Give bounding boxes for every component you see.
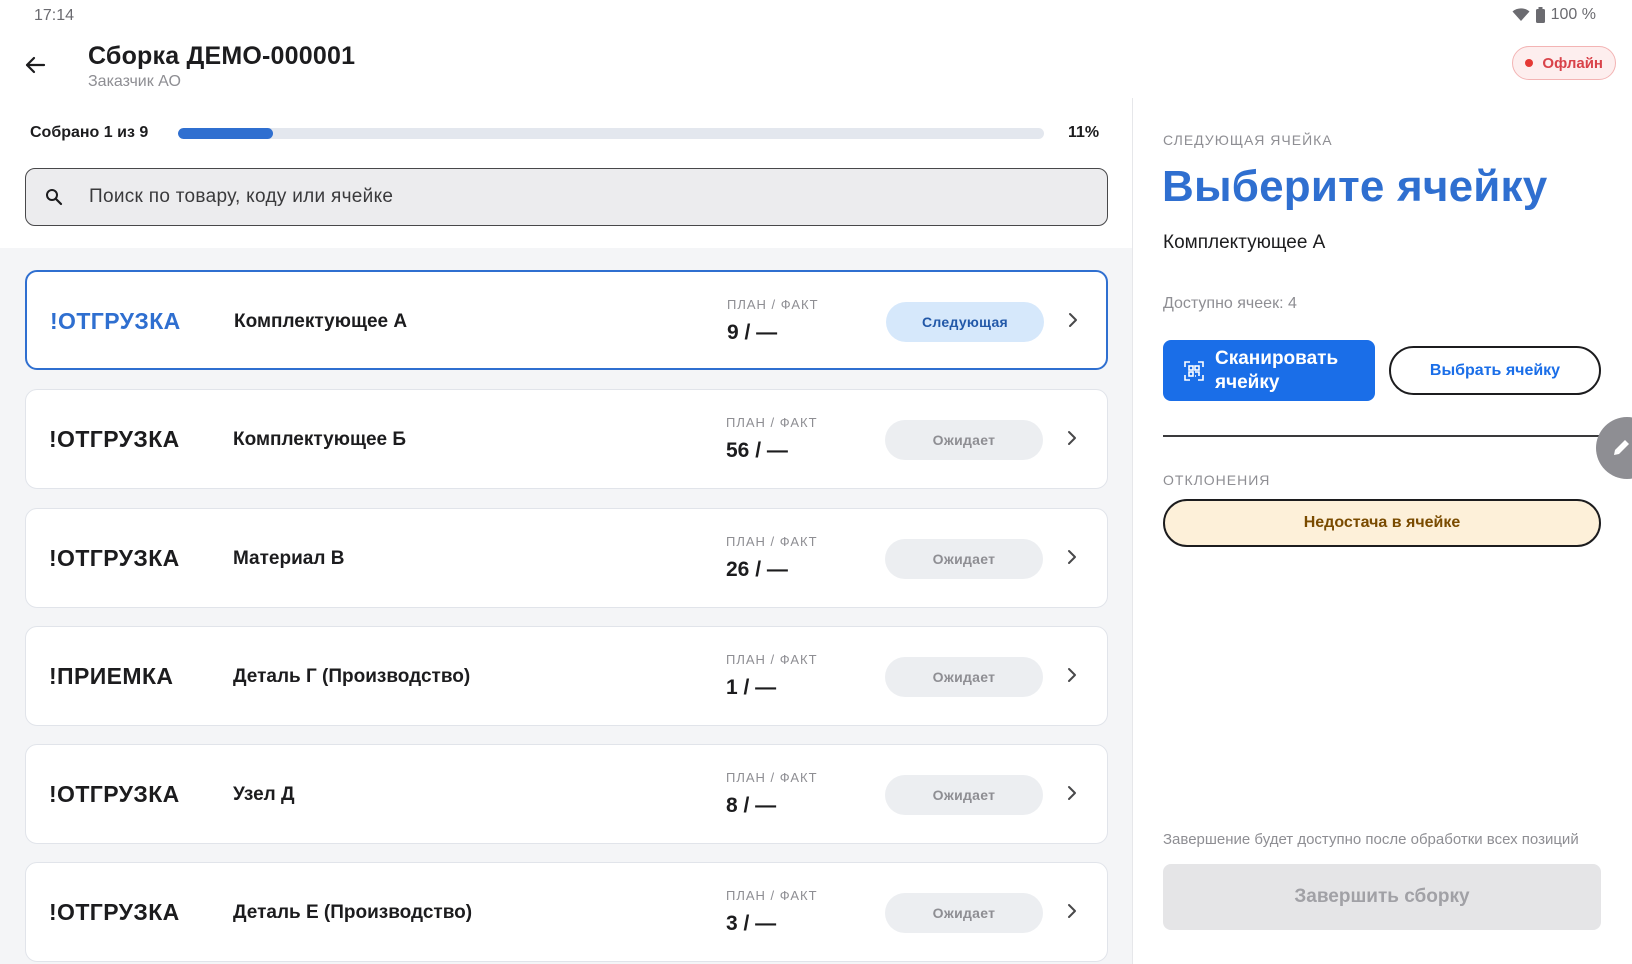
progress-and-search: Собрано 1 из 9 11% (0, 98, 1132, 248)
arrow-left-icon (25, 56, 46, 74)
plan-fact-value: 3 / — (726, 912, 777, 935)
offline-label: Офлайн (1542, 54, 1603, 72)
status-bar: 17:14 100 % (0, 0, 1632, 32)
operation-type: !ОТГРУЗКА (49, 426, 180, 452)
scan-cell-button[interactable]: Сканировать ячейку (1163, 340, 1375, 401)
search-input[interactable] (89, 186, 1107, 208)
page-title: Сборка ДЕМО-000001 (88, 42, 356, 70)
status-badge: Ожидает (885, 775, 1043, 815)
chevron-right-icon (1062, 428, 1082, 448)
search-icon (44, 187, 64, 207)
plan-fact-label: ПЛАН / ФАКТ (726, 652, 818, 667)
status-badge: Ожидает (885, 893, 1043, 933)
plan-fact-label: ПЛАН / ФАКТ (727, 297, 819, 312)
plan-fact-value: 9 / — (727, 321, 778, 344)
item-name: Комплектующее А (234, 311, 408, 332)
section-divider (1163, 435, 1632, 437)
item-name: Комплектующее Б (233, 429, 407, 450)
plan-fact-label: ПЛАН / ФАКТ (726, 415, 818, 430)
choose-cell-button[interactable]: Выбрать ячейку (1389, 346, 1601, 395)
offline-dot-icon (1525, 59, 1534, 67)
plan-fact-value: 26 / — (726, 558, 788, 581)
wifi-icon (1512, 8, 1530, 22)
operation-type: !ОТГРУЗКА (50, 308, 181, 334)
battery-icon (1535, 7, 1545, 23)
status-badge: Ожидает (885, 420, 1043, 460)
finish-assembly-button[interactable]: Завершить сборку (1163, 864, 1601, 930)
plan-fact-value: 56 / — (726, 439, 788, 462)
item-name: Материал В (233, 548, 345, 569)
items-list: !ОТГРУЗКА Комплектующее А ПЛАН / ФАКТ 9 … (0, 248, 1132, 964)
progress-bar (178, 128, 1044, 139)
offline-badge: Офлайн (1512, 46, 1616, 80)
item-name: Узел Д (233, 784, 295, 805)
cell-panel: СЛЕДУЮЩАЯ ЯЧЕЙКА Выберите ячейку Комплек… (1133, 98, 1632, 964)
progress-label: Собрано 1 из 9 (30, 124, 149, 141)
list-item[interactable]: !ПРИЕМКА Деталь Г (Производство) ПЛАН / … (25, 626, 1108, 726)
item-name: Деталь Г (Производство) (233, 666, 471, 687)
shortage-button[interactable]: Недостача в ячейке (1163, 499, 1601, 547)
progress-percent: 11% (1068, 124, 1100, 141)
status-indicators: 100 % (1512, 6, 1596, 24)
status-badge: Следующая (886, 302, 1044, 342)
plan-fact-label: ПЛАН / ФАКТ (726, 888, 818, 903)
chevron-right-icon (1063, 310, 1083, 330)
list-item[interactable]: !ОТГРУЗКА Деталь Е (Производство) ПЛАН /… (25, 862, 1108, 962)
plan-fact-value: 1 / — (726, 676, 777, 699)
list-item[interactable]: !ОТГРУЗКА Узел Д ПЛАН / ФАКТ 8 / — Ожида… (25, 744, 1108, 844)
chevron-right-icon (1062, 901, 1082, 921)
current-product: Комплектующее А (1163, 232, 1326, 253)
battery-level: 100 % (1550, 6, 1596, 23)
chevron-right-icon (1062, 783, 1082, 803)
status-time: 17:14 (34, 7, 75, 24)
app-header: Сборка ДЕМО-000001 Заказчик АО Офлайн (0, 36, 1632, 98)
list-item[interactable]: !ОТГРУЗКА Комплектующее Б ПЛАН / ФАКТ 56… (25, 389, 1108, 489)
next-cell-label: СЛЕДУЮЩАЯ ЯЧЕЙКА (1163, 132, 1333, 148)
plan-fact-label: ПЛАН / ФАКТ (726, 534, 818, 549)
deviations-label: ОТКЛОНЕНИЯ (1163, 472, 1271, 488)
scan-cell-label: Сканировать ячейку (1215, 347, 1339, 393)
list-item[interactable]: !ОТГРУЗКА Комплектующее А ПЛАН / ФАКТ 9 … (25, 270, 1108, 370)
cell-prompt-title: Выберите ячейку (1162, 162, 1548, 211)
chevron-right-icon (1062, 665, 1082, 685)
operation-type: !ОТГРУЗКА (49, 899, 180, 925)
search-box[interactable] (25, 168, 1108, 226)
list-item[interactable]: !ОТГРУЗКА Материал В ПЛАН / ФАКТ 26 / — … (25, 508, 1108, 608)
qr-scan-icon (1183, 360, 1205, 382)
operation-type: !ПРИЕМКА (49, 663, 174, 689)
item-name: Деталь Е (Производство) (233, 902, 473, 923)
customer-name: Заказчик АО (88, 73, 181, 90)
available-cells: Доступно ячеек: 4 (1163, 295, 1297, 312)
status-badge: Ожидает (885, 539, 1043, 579)
pencil-icon (1614, 440, 1629, 455)
status-badge: Ожидает (885, 657, 1043, 697)
operation-type: !ОТГРУЗКА (49, 545, 180, 571)
plan-fact-value: 8 / — (726, 794, 777, 817)
back-button[interactable] (20, 50, 50, 80)
operation-type: !ОТГРУЗКА (49, 781, 180, 807)
edit-fab-button[interactable] (1596, 417, 1632, 479)
plan-fact-label: ПЛАН / ФАКТ (726, 770, 818, 785)
chevron-right-icon (1062, 547, 1082, 567)
items-panel: Собрано 1 из 9 11% !ОТГРУЗКА Комплектующ… (0, 98, 1132, 964)
finish-hint: Завершение будет доступно после обработк… (1163, 831, 1579, 848)
progress-bar-fill (178, 128, 274, 139)
